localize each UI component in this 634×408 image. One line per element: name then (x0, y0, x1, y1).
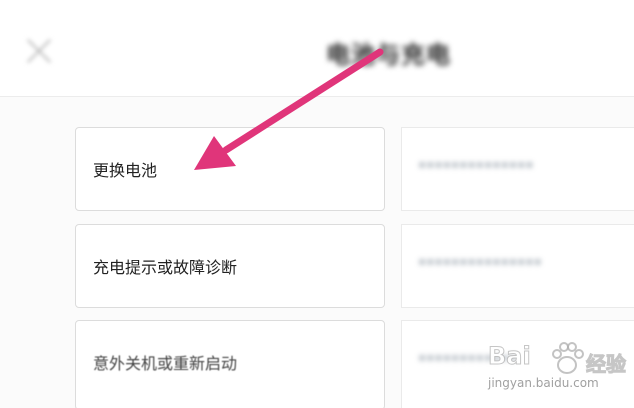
list-item-label: 充电提示或故障诊断 (93, 258, 238, 277)
detail-text: •••••••••••••• (418, 158, 534, 174)
watermark-brand: Bai (488, 342, 532, 371)
page-title: 电池与充电 (326, 41, 451, 69)
watermark-url: jingyan.baidu.com (488, 376, 599, 390)
list-item-unexpected-shutdown[interactable]: 意外关机或重新启动 (75, 320, 385, 408)
paw-icon (552, 342, 584, 374)
watermark-product: 经验 (586, 352, 627, 377)
list-item-detail: ••••••••••••••• (401, 224, 634, 308)
detail-text: ••••••••••••••• (418, 255, 542, 271)
list-item-replace-battery[interactable]: 更换电池 (75, 127, 385, 211)
list-item-detail: •••••••••••••• (401, 127, 634, 211)
list-item-label: 更换电池 (93, 161, 158, 180)
close-icon[interactable] (22, 34, 56, 68)
header-bar: 电池与充电 (0, 0, 634, 97)
list-item-charging-diagnostics[interactable]: 充电提示或故障诊断 (75, 224, 385, 308)
list-item-label: 意外关机或重新启动 (93, 354, 238, 373)
watermark: Bai 经验 jingyan.baidu.com (488, 340, 628, 400)
screen: 电池与充电 更换电池 •••••••••••••• 充电提示或故障诊断 ••••… (0, 0, 634, 408)
